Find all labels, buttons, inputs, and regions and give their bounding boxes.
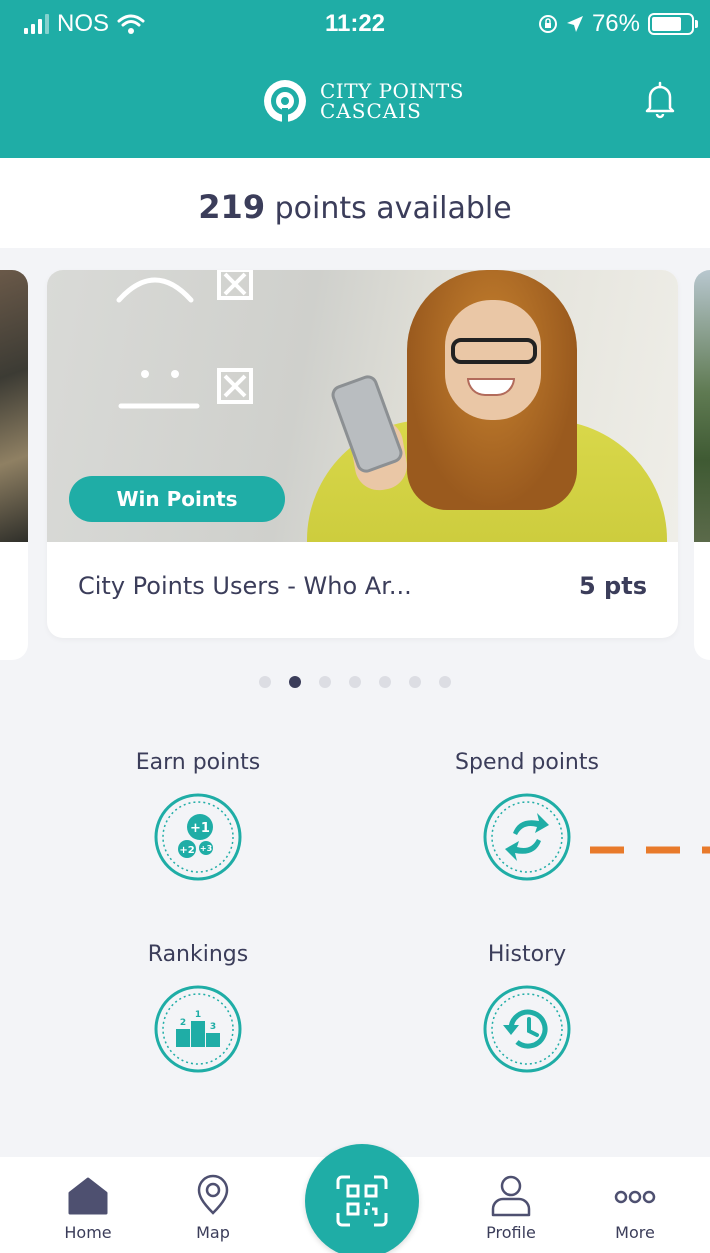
tab-map-label: Map	[196, 1223, 230, 1242]
status-right: 76%	[538, 10, 698, 38]
carousel-dot[interactable]	[409, 676, 421, 688]
carousel-dot[interactable]	[379, 676, 391, 688]
points-value: 219	[198, 188, 266, 226]
carousel-pagination	[0, 676, 710, 692]
spend-points-label: Spend points	[455, 750, 599, 775]
location-arrow-icon	[566, 16, 583, 32]
tab-home-label: Home	[64, 1223, 112, 1242]
previous-card[interactable]	[0, 270, 28, 660]
rankings-button[interactable]: Rankings 2 1 3	[68, 942, 328, 1077]
svg-text:+2: +2	[179, 845, 194, 856]
logo-line1: CITY POINTS	[320, 79, 464, 103]
battery-icon	[648, 13, 698, 35]
carousel-dot[interactable]	[289, 676, 301, 688]
challenge-card-image: Win Points	[47, 270, 678, 542]
svg-text:+3: +3	[200, 844, 212, 853]
scan-qr-button[interactable]	[305, 1144, 419, 1253]
battery-fill	[652, 17, 681, 31]
carousel-dot[interactable]	[319, 676, 331, 688]
svg-text:1: 1	[195, 1010, 201, 1020]
points-suffix: points available	[274, 191, 512, 226]
spend-points-icon	[483, 793, 571, 881]
earn-points-label: Earn points	[135, 750, 261, 775]
tab-profile-label: Profile	[486, 1223, 536, 1242]
earn-points-button[interactable]: Earn points +1 +2 +3	[68, 750, 328, 885]
next-card[interactable]	[694, 270, 710, 660]
challenge-carousel[interactable]: Win Points City Points Users - Who Ar...…	[0, 248, 710, 668]
spend-points-button[interactable]: Spend points	[397, 750, 657, 885]
challenge-card-points: 5 pts	[579, 572, 647, 600]
rankings-label: Rankings	[147, 942, 249, 967]
svg-text:2: 2	[180, 1018, 186, 1028]
challenge-card[interactable]: Win Points City Points Users - Who Ar...…	[47, 270, 678, 638]
rotation-lock-icon	[538, 15, 557, 33]
more-icon	[614, 1190, 656, 1204]
carousel-dot[interactable]	[259, 676, 271, 688]
app-header: CITY POINTS CASCAIS	[0, 46, 710, 158]
tab-more[interactable]: More	[590, 1173, 680, 1242]
points-available: 219 points available	[0, 158, 710, 248]
annotation-arrow-icon	[590, 846, 710, 854]
tab-map[interactable]: Map	[168, 1173, 258, 1242]
tab-home[interactable]: Home	[43, 1173, 133, 1242]
svg-text:3: 3	[210, 1022, 216, 1032]
bell-icon[interactable]	[644, 80, 676, 120]
carousel-dot[interactable]	[439, 676, 451, 688]
survey-illustration	[116, 270, 253, 409]
carousel-dot[interactable]	[349, 676, 361, 688]
history-label: History	[487, 942, 567, 967]
svg-text:+1: +1	[190, 821, 210, 836]
battery-percent: 76%	[591, 10, 640, 37]
city-points-logo-icon	[264, 80, 306, 122]
status-bar: NOS 11:22 76%	[0, 0, 710, 46]
app-logo: CITY POINTS CASCAIS	[262, 78, 464, 124]
map-pin-icon	[197, 1174, 229, 1215]
home-icon	[68, 1177, 108, 1215]
logo-line2: CASCAIS	[320, 99, 422, 123]
tab-profile[interactable]: Profile	[466, 1173, 556, 1242]
rankings-podium-icon: 2 1 3	[154, 985, 242, 1073]
win-points-badge: Win Points	[69, 476, 285, 522]
history-button[interactable]: History	[397, 942, 657, 1077]
tab-more-label: More	[615, 1223, 655, 1242]
history-clock-icon	[483, 985, 571, 1073]
earn-points-icon: +1 +2 +3	[154, 793, 242, 881]
challenge-card-title: City Points Users - Who Ar...	[78, 572, 412, 600]
profile-icon	[491, 1175, 531, 1217]
qr-scan-icon	[336, 1175, 388, 1227]
challenge-card-footer: City Points Users - Who Ar... 5 pts	[47, 542, 678, 638]
